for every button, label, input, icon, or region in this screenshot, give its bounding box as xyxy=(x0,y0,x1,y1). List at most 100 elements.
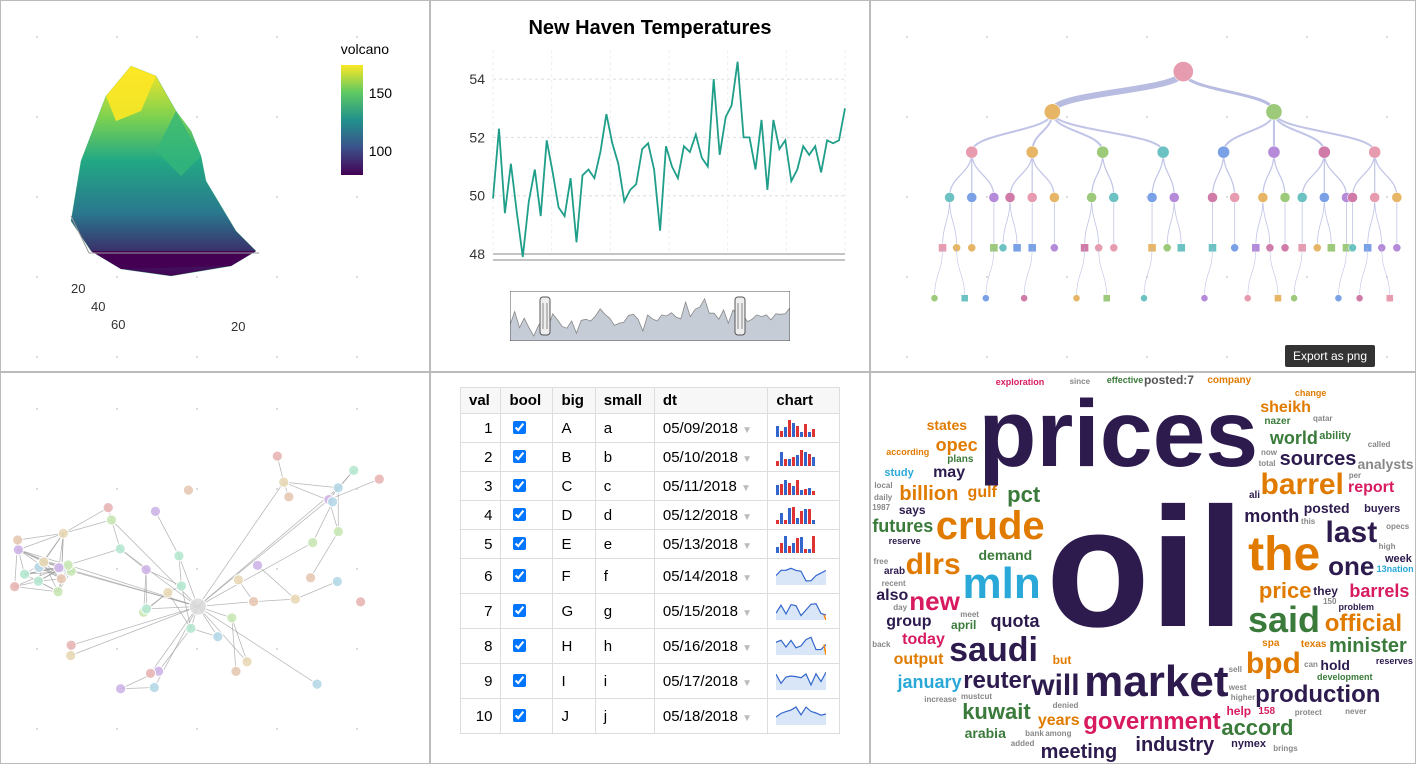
col-big[interactable]: big xyxy=(553,388,595,414)
word[interactable]: industry xyxy=(1135,735,1214,755)
word[interactable]: hold xyxy=(1320,658,1350,672)
bool-checkbox[interactable] xyxy=(513,709,526,722)
word[interactable]: oil xyxy=(1046,483,1244,653)
word[interactable]: dlrs xyxy=(906,550,961,580)
word[interactable]: last xyxy=(1325,518,1377,548)
word[interactable]: meet xyxy=(960,611,979,619)
word[interactable]: prices xyxy=(978,387,1258,482)
cell-bool[interactable] xyxy=(501,501,553,530)
col-small[interactable]: small xyxy=(595,388,654,414)
word[interactable]: years xyxy=(1038,713,1080,729)
word[interactable]: gulf xyxy=(968,485,997,501)
word[interactable]: sheikh xyxy=(1260,400,1311,416)
word[interactable]: minister xyxy=(1329,636,1407,656)
word[interactable]: kuwait xyxy=(962,701,1030,723)
word[interactable]: help xyxy=(1226,705,1251,717)
word[interactable]: bpd xyxy=(1246,649,1301,679)
word[interactable]: says xyxy=(899,504,926,516)
word[interactable]: nazer xyxy=(1264,417,1290,427)
word[interactable]: daily xyxy=(874,494,892,502)
word[interactable]: study xyxy=(884,468,913,479)
cell-bool[interactable] xyxy=(501,472,553,501)
word[interactable]: demand xyxy=(979,548,1033,562)
word[interactable]: futures xyxy=(872,517,933,535)
word[interactable]: change xyxy=(1295,389,1327,398)
range-slider[interactable] xyxy=(510,291,790,341)
word[interactable]: analysts xyxy=(1358,457,1414,471)
word[interactable]: qatar xyxy=(1313,415,1333,423)
network-graph[interactable] xyxy=(1,373,429,763)
word[interactable]: brings xyxy=(1273,745,1297,753)
word[interactable]: opec xyxy=(936,436,978,454)
cell-bool[interactable] xyxy=(501,699,553,734)
word[interactable]: week xyxy=(1385,554,1412,565)
bool-checkbox[interactable] xyxy=(513,450,526,463)
word[interactable]: nymex xyxy=(1231,739,1266,750)
word[interactable]: accord xyxy=(1221,717,1293,739)
word[interactable]: sources xyxy=(1280,449,1357,469)
word[interactable]: ability xyxy=(1319,431,1351,442)
word[interactable]: april xyxy=(951,619,976,631)
word[interactable]: quota xyxy=(991,612,1040,630)
bool-checkbox[interactable] xyxy=(513,421,526,434)
word[interactable]: reuter xyxy=(963,669,1031,693)
word[interactable]: bank xyxy=(1025,730,1044,738)
bool-checkbox[interactable] xyxy=(513,674,526,687)
bool-checkbox[interactable] xyxy=(513,479,526,492)
word[interactable]: added xyxy=(1011,740,1035,748)
bool-checkbox[interactable] xyxy=(513,639,526,652)
word[interactable]: barrels xyxy=(1349,582,1409,600)
word[interactable]: total xyxy=(1259,460,1276,468)
word[interactable]: protect xyxy=(1295,709,1322,717)
word[interactable]: production xyxy=(1255,683,1380,707)
word[interactable]: day xyxy=(893,604,907,612)
word[interactable]: report xyxy=(1348,480,1394,496)
col-chart[interactable]: chart xyxy=(768,388,840,414)
word[interactable]: among xyxy=(1045,730,1071,738)
word[interactable]: government xyxy=(1083,710,1220,734)
cell-bool[interactable] xyxy=(501,559,553,594)
word[interactable]: texas xyxy=(1301,640,1327,650)
word[interactable]: local xyxy=(874,482,892,490)
word[interactable]: barrel xyxy=(1261,470,1344,500)
network-panel[interactable] xyxy=(0,372,430,764)
word[interactable]: called xyxy=(1368,441,1391,449)
table-panel[interactable]: valboolbigsmalldtchart 1Aa05/09/2018 ▼2B… xyxy=(430,372,870,764)
word[interactable]: never xyxy=(1345,708,1366,716)
word[interactable]: market xyxy=(1084,660,1228,704)
word[interactable]: reserves xyxy=(1376,657,1413,666)
cell-bool[interactable] xyxy=(501,414,553,443)
word[interactable]: problem xyxy=(1338,603,1374,612)
word[interactable]: billion xyxy=(899,484,958,504)
tree-chart[interactable] xyxy=(871,1,1415,372)
bool-checkbox[interactable] xyxy=(513,569,526,582)
word[interactable]: arab xyxy=(884,567,905,577)
word[interactable]: high xyxy=(1379,543,1396,551)
word[interactable]: reserve xyxy=(889,537,921,546)
word[interactable]: 158 xyxy=(1258,707,1275,717)
word[interactable]: month xyxy=(1244,507,1299,525)
word[interactable]: exploration xyxy=(996,378,1045,387)
word[interactable]: increase xyxy=(924,696,956,704)
word[interactable]: posted xyxy=(1304,501,1350,515)
word[interactable]: 150 xyxy=(1323,598,1336,606)
word[interactable]: plans xyxy=(947,455,973,465)
word[interactable]: higher xyxy=(1231,694,1255,702)
word[interactable]: pct xyxy=(1007,484,1040,506)
word[interactable]: free xyxy=(874,558,889,566)
word[interactable]: company xyxy=(1207,376,1251,386)
wordcloud-panel[interactable]: oilpricesthemarketmlncrudesaidsaudibarre… xyxy=(870,372,1416,764)
word[interactable]: denied xyxy=(1053,702,1079,710)
word[interactable]: world xyxy=(1270,429,1318,447)
cell-bool[interactable] xyxy=(501,594,553,629)
timeseries-panel[interactable]: New Haven Temperatures 48505254 xyxy=(430,0,870,372)
word[interactable]: back xyxy=(872,641,890,649)
word[interactable]: opecs xyxy=(1386,523,1409,531)
word[interactable]: 1987 xyxy=(872,504,890,512)
word[interactable]: ali xyxy=(1249,491,1260,501)
wordcloud[interactable]: oilpricesthemarketmlncrudesaidsaudibarre… xyxy=(871,373,1415,763)
word[interactable]: 13nation xyxy=(1377,565,1414,574)
tree-panel[interactable]: Export as png xyxy=(870,0,1416,372)
word[interactable]: will xyxy=(1031,671,1079,701)
word[interactable]: posted:7 xyxy=(1144,374,1194,386)
